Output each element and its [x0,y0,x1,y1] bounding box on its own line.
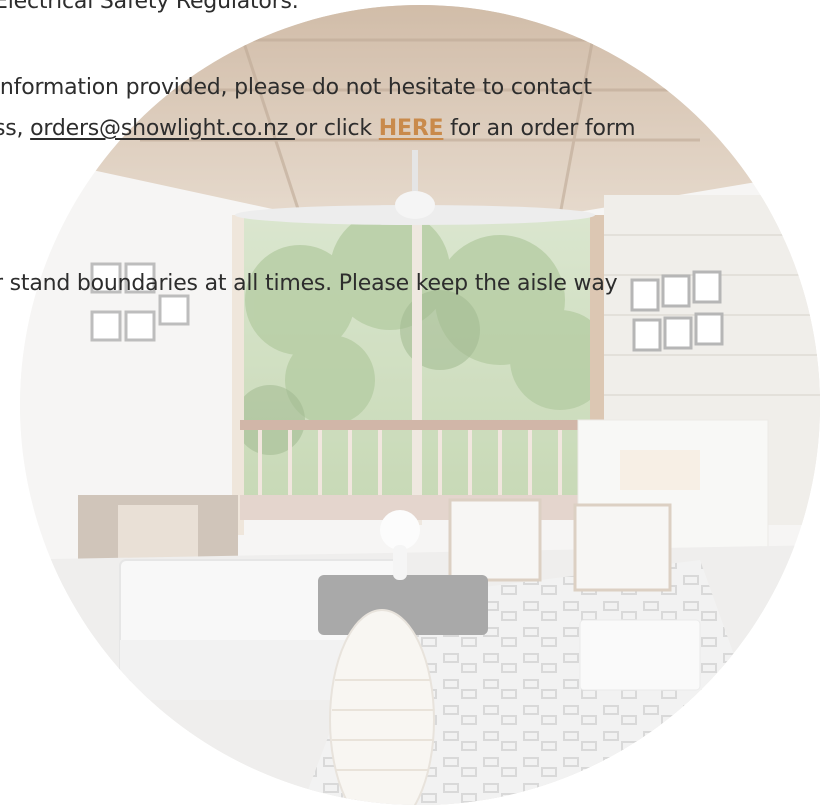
notice-line-regulators: Electrical Safety Regulators. [0,0,299,14]
notice-line-order: ss, orders@showlight.co.nz or click HERE… [0,115,636,143]
line-suffix: for an order form [443,116,636,141]
line-middle: or click [294,116,379,141]
order-form-here-link[interactable]: HERE [379,116,444,141]
line-prefix: ss, [0,116,24,141]
notice-line-stand-boundaries: r stand boundaries at all times. Please … [0,271,618,296]
email-link[interactable]: orders@showlight.co.nz [30,116,295,141]
notice-line-contact: information provided, please do not hesi… [0,75,592,100]
